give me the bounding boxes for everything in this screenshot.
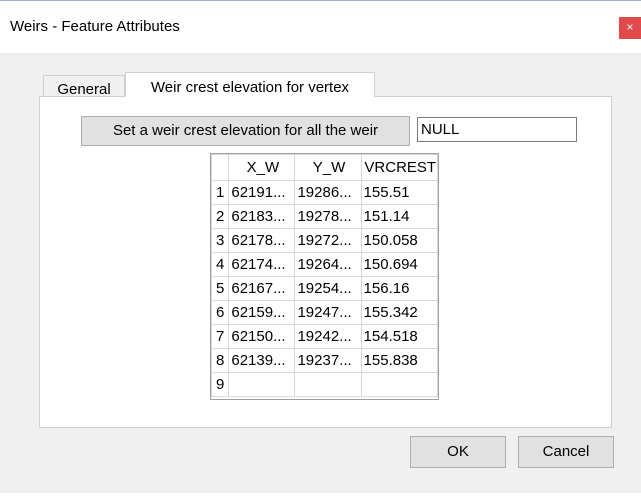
tab-weir-crest-elevation[interactable]: Weir crest elevation for vertex bbox=[125, 72, 375, 97]
row-number: 3 bbox=[211, 228, 230, 253]
cell-x-w[interactable] bbox=[228, 372, 296, 397]
cell-x-w[interactable]: 62178... bbox=[228, 228, 296, 253]
table-header-row: X_W Y_W VRCREST bbox=[211, 154, 438, 181]
ok-button[interactable]: OK bbox=[410, 436, 506, 468]
window-title: Weirs - Feature Attributes bbox=[10, 18, 180, 35]
cell-y-w[interactable]: 19286... bbox=[294, 180, 362, 205]
table-row[interactable]: 1 62191... 19286... 155.51 bbox=[211, 180, 438, 205]
vertex-grid: X_W Y_W VRCREST 1 62191... 19286... 155.… bbox=[211, 154, 438, 397]
cell-y-w[interactable]: 19272... bbox=[294, 228, 362, 253]
cell-y-w[interactable]: 19264... bbox=[294, 252, 362, 277]
row-number: 1 bbox=[211, 180, 230, 205]
row-number: 7 bbox=[211, 324, 230, 349]
cell-x-w[interactable]: 62167... bbox=[228, 276, 296, 301]
cell-y-w[interactable]: 19247... bbox=[294, 300, 362, 325]
table-corner bbox=[211, 154, 230, 181]
row-number: 4 bbox=[211, 252, 230, 277]
tab-general[interactable]: General bbox=[43, 75, 125, 98]
vertex-table[interactable]: X_W Y_W VRCREST 1 62191... 19286... 155.… bbox=[210, 153, 439, 400]
cell-vrcrest[interactable]: 155.51 bbox=[360, 180, 438, 205]
cell-vrcrest[interactable]: 155.342 bbox=[360, 300, 438, 325]
row-number: 5 bbox=[211, 276, 230, 301]
cell-y-w[interactable]: 19254... bbox=[294, 276, 362, 301]
row-number: 9 bbox=[211, 372, 230, 397]
cell-x-w[interactable]: 62159... bbox=[228, 300, 296, 325]
cell-vrcrest[interactable]: 150.694 bbox=[360, 252, 438, 277]
table-row[interactable]: 7 62150... 19242... 154.518 bbox=[211, 324, 438, 349]
table-row[interactable]: 4 62174... 19264... 150.694 bbox=[211, 252, 438, 277]
cell-y-w[interactable] bbox=[294, 372, 362, 397]
cell-y-w[interactable]: 19242... bbox=[294, 324, 362, 349]
close-icon: × bbox=[626, 20, 634, 34]
cell-x-w[interactable]: 62174... bbox=[228, 252, 296, 277]
cancel-button[interactable]: Cancel bbox=[518, 436, 614, 468]
row-number: 6 bbox=[211, 300, 230, 325]
row-number: 2 bbox=[211, 204, 230, 229]
cell-x-w[interactable]: 62150... bbox=[228, 324, 296, 349]
table-row[interactable]: 9 bbox=[211, 372, 438, 397]
close-button[interactable]: × bbox=[619, 17, 641, 39]
crest-elevation-input[interactable]: NULL bbox=[417, 117, 577, 142]
cell-vrcrest[interactable] bbox=[360, 372, 438, 397]
cell-y-w[interactable]: 19278... bbox=[294, 204, 362, 229]
cell-y-w[interactable]: 19237... bbox=[294, 348, 362, 373]
cell-vrcrest[interactable]: 151.14 bbox=[360, 204, 438, 229]
column-header-y-w[interactable]: Y_W bbox=[294, 154, 362, 181]
cell-vrcrest[interactable]: 156.16 bbox=[360, 276, 438, 301]
table-row[interactable]: 6 62159... 19247... 155.342 bbox=[211, 300, 438, 325]
cell-x-w[interactable]: 62191... bbox=[228, 180, 296, 205]
table-row[interactable]: 5 62167... 19254... 156.16 bbox=[211, 276, 438, 301]
cell-vrcrest[interactable]: 154.518 bbox=[360, 324, 438, 349]
cell-x-w[interactable]: 62139... bbox=[228, 348, 296, 373]
cell-vrcrest[interactable]: 150.058 bbox=[360, 228, 438, 253]
column-header-x-w[interactable]: X_W bbox=[228, 154, 296, 181]
row-number: 8 bbox=[211, 348, 230, 373]
cell-x-w[interactable]: 62183... bbox=[228, 204, 296, 229]
cell-vrcrest[interactable]: 155.838 bbox=[360, 348, 438, 373]
column-header-vrcrest[interactable]: VRCREST bbox=[360, 154, 438, 181]
feature-attributes-dialog: Weirs - Feature Attributes × General Wei… bbox=[0, 0, 641, 501]
title-bar: Weirs - Feature Attributes × bbox=[0, 1, 641, 53]
set-weir-crest-elevation-button[interactable]: Set a weir crest elevation for all the w… bbox=[81, 116, 410, 146]
table-row[interactable]: 3 62178... 19272... 150.058 bbox=[211, 228, 438, 253]
table-row[interactable]: 2 62183... 19278... 151.14 bbox=[211, 204, 438, 229]
table-row[interactable]: 8 62139... 19237... 155.838 bbox=[211, 348, 438, 373]
